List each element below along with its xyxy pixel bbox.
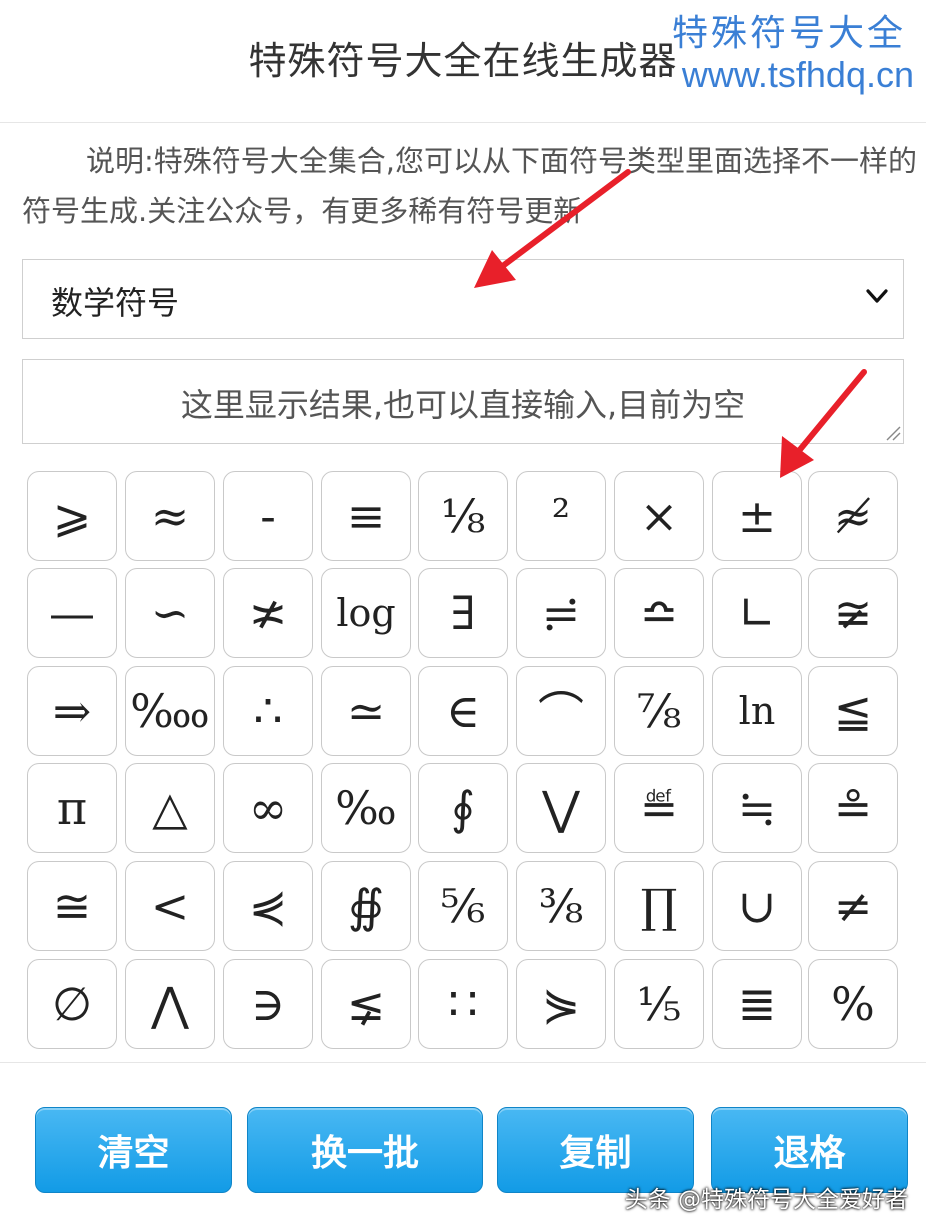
symbol-generator-page: 特殊符号大全在线生成器 特殊符号大全 www.tsfhdq.cn 说明:特殊符号… [0,0,926,1230]
symbol-key[interactable]: ⅕ [614,959,704,1049]
symbol-key[interactable]: < [125,861,215,951]
symbol-key[interactable]: △ [125,763,215,853]
symbol-key[interactable]: ∪ [712,861,802,951]
symbol-key[interactable]: ln [712,666,802,756]
symbol-key[interactable]: ∞ [223,763,313,853]
symbol-key[interactable]: ∮ [418,763,508,853]
result-placeholder: 这里显示结果,也可以直接输入,目前为空 [180,386,746,424]
symbol-key[interactable]: ∟ [712,568,802,658]
symbol-key[interactable]: × [614,471,704,561]
divider [0,1062,926,1063]
symbol-key[interactable]: ⅚ [418,861,508,951]
symbol-key[interactable]: ≃ [321,666,411,756]
symbol-key[interactable]: ≦ [808,666,898,756]
symbol-key[interactable]: ∯ [321,861,411,951]
symbol-key[interactable]: ≣ [712,959,802,1049]
symbol-key[interactable]: ∋ [223,959,313,1049]
symbol-key[interactable]: ∈ [418,666,508,756]
symbol-key[interactable]: ≏ [614,568,704,658]
symbol-key[interactable]: ≉ [808,471,898,561]
symbol-key[interactable]: ≒ [712,763,802,853]
symbol-key[interactable]: ⌒ [516,666,606,756]
symbol-key[interactable]: ∷ [418,959,508,1049]
shuffle-button[interactable]: 换一批 [247,1107,483,1193]
symbol-key[interactable]: ≆ [808,568,898,658]
symbol-key[interactable]: log [321,568,411,658]
symbol-key[interactable]: ± [712,471,802,561]
symbol-key[interactable]: ⋀ [125,959,215,1049]
symbol-key[interactable]: - [223,471,313,561]
symbol-key[interactable]: ⪇ [321,959,411,1049]
symbol-key[interactable]: ∏ [614,861,704,951]
symbol-key[interactable]: ∅ [27,959,117,1049]
divider [0,122,926,123]
description-text: 说明:特殊符号大全集合,您可以从下面符号类型里面选择不一样的符号生成.关注公众号… [22,144,917,228]
symbol-key[interactable]: ⩾ [27,471,117,561]
watermark-name: 特殊符号大全 [671,13,906,54]
symbol-key[interactable]: ≅ [27,861,117,951]
symbol-key[interactable]: ≠ [808,861,898,951]
symbol-key[interactable]: ⋟ [516,959,606,1049]
symbol-key[interactable]: ‱ [125,666,215,756]
clear-button[interactable]: 清空 [35,1107,232,1193]
symbol-key[interactable]: ⇒ [27,666,117,756]
credit-watermark: 头条 @特殊符号大全爱好者 [624,1187,908,1213]
symbol-key[interactable]: ≡ [321,471,411,561]
symbol-key[interactable]: ∴ [223,666,313,756]
symbol-key[interactable]: — [27,568,117,658]
resize-grip-icon[interactable] [883,423,901,441]
chevron-down-icon [866,289,888,303]
symbol-key[interactable]: ∽ [125,568,215,658]
symbol-key[interactable]: ⅞ [614,666,704,756]
category-select-value: 数学符号 [51,284,180,322]
symbol-key[interactable]: ≝ [614,763,704,853]
symbol-key[interactable]: ⅜ [516,861,606,951]
symbol-key[interactable]: ⋁ [516,763,606,853]
symbol-key[interactable]: ≭ [223,568,313,658]
symbol-key[interactable]: π [27,763,117,853]
symbol-key[interactable]: ≈ [125,471,215,561]
symbol-key[interactable]: ≗ [808,763,898,853]
result-textarea[interactable]: 这里显示结果,也可以直接输入,目前为空 [22,359,904,444]
watermark-url: www.tsfhdq.cn [681,54,914,95]
symbol-key[interactable]: ≓ [516,568,606,658]
symbol-key[interactable]: ‰ [321,763,411,853]
symbol-key[interactable]: ⋞ [223,861,313,951]
symbol-key[interactable]: ∃ [418,568,508,658]
symbol-key[interactable]: ² [516,471,606,561]
category-select[interactable]: 数学符号 [22,259,904,339]
symbol-key[interactable]: ⅛ [418,471,508,561]
symbol-key[interactable]: % [808,959,898,1049]
